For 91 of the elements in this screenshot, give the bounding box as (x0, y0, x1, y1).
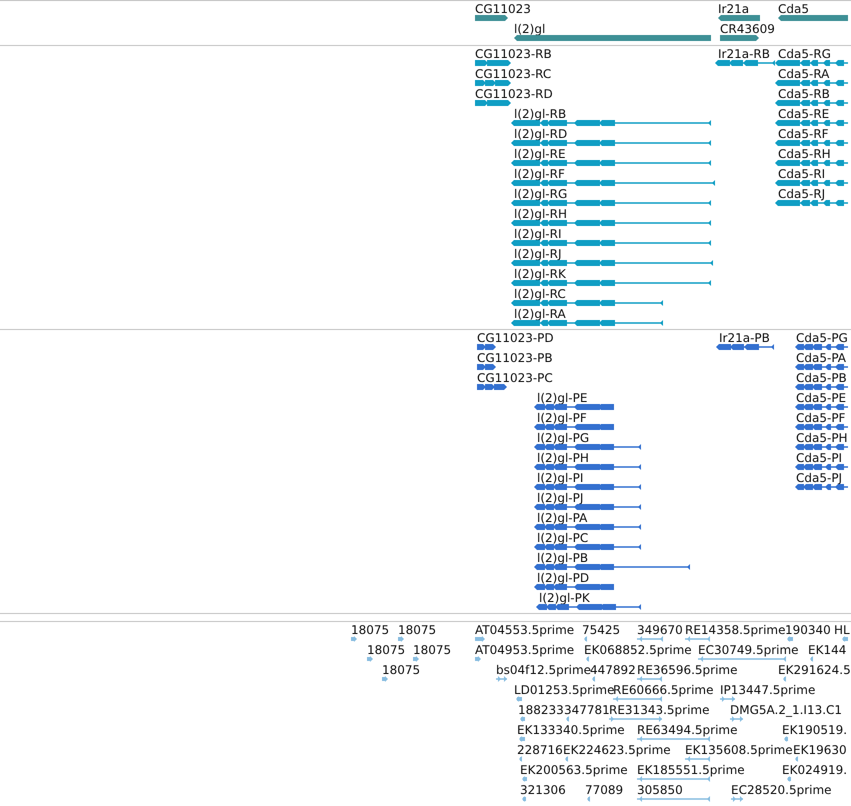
feature-label: CG11023-PB (477, 351, 553, 365)
feature-label: RE36596.5prime (637, 663, 738, 677)
feature-label: 228716 (517, 743, 563, 757)
feature-label: l(2)gl-RJ (514, 247, 562, 261)
feature-label: 18075 (367, 643, 406, 657)
feature-label: 347781 (564, 703, 610, 717)
feature-label: Cda5-PB (796, 371, 847, 385)
feature-label: l(2)gl-PE (537, 391, 588, 405)
feature-label: 18075 (351, 623, 390, 637)
feature-label: Cda5-PH (796, 431, 848, 445)
feature-label: 190340 (785, 623, 831, 637)
feature-label: l(2)gl-PD (537, 571, 590, 585)
feature-label: 349670 (637, 623, 683, 637)
feature-label: Cda5-RB (778, 87, 830, 101)
feature-label: CG11023-RD (475, 87, 553, 101)
feature-label: l(2)gl-PI (537, 471, 584, 485)
feature-label: EK200563.5prime (520, 763, 628, 777)
feature-label: EK135608.5prime (685, 743, 793, 757)
feature-label: RE14358.5prime (685, 623, 786, 637)
feature-label: RE31343.5prime (609, 703, 710, 717)
feature-label: AT04953.5prime (475, 643, 574, 657)
feature-label: l(2)gl-RE (514, 147, 566, 161)
feature-label: Ir21a-PB (719, 331, 770, 345)
feature-label: l(2)gl (514, 22, 546, 36)
feature-label: DMG5A.2_1.I13.C1 (730, 703, 842, 717)
feature-label: CG11023 (475, 2, 531, 16)
feature-label: Ir21a (718, 2, 750, 16)
feature-label: CG11023-PD (477, 331, 554, 345)
feature-label: Cda5-RJ (778, 187, 826, 201)
feature-label: l(2)gl-PG (537, 431, 590, 445)
feature-label: 447892 (590, 663, 636, 677)
feature-label: l(2)gl-RA (514, 307, 566, 321)
feature-label: EK144 (808, 643, 846, 657)
feature-label: EK224623.5prime (563, 743, 671, 757)
feature-label: 321306 (520, 783, 566, 797)
feature-label: l(2)gl-RB (514, 107, 566, 121)
feature-label: l(2)gl-RG (514, 187, 568, 201)
feature-label: 77089 (585, 783, 624, 797)
feature-label: EK024919. (782, 763, 848, 777)
feature-label: l(2)gl-PA (537, 511, 588, 525)
feature-label: Cda5-RE (778, 107, 830, 121)
feature-label: CG11023-PC (477, 371, 553, 385)
feature-label: RE60666.5prime (613, 683, 714, 697)
feature-label: Ir21a-RB (718, 47, 770, 61)
feature-label: Cda5-RA (778, 67, 830, 81)
feature-label: EK068852.5prime (584, 643, 692, 657)
feature-label: l(2)gl-PJ (537, 491, 584, 505)
feature-label: EK185551.5prime (637, 763, 745, 777)
feature-label: 18075 (413, 643, 452, 657)
feature-label: AT04553.5prime (475, 623, 574, 637)
feature-label: IP13447.5prime (720, 683, 816, 697)
feature-label: CR43609 (720, 22, 775, 36)
feature-label: l(2)gl-PK (539, 591, 590, 605)
feature-label: 305850 (637, 783, 683, 797)
feature-label: l(2)gl-PF (537, 411, 587, 425)
feature-label: 18075 (398, 623, 436, 637)
feature-label: 75425 (582, 623, 620, 637)
feature-label: 18075 (382, 663, 420, 677)
feature-label: l(2)gl-PC (537, 531, 588, 545)
feature-label: l(2)gl-RK (514, 267, 566, 281)
feature-label: Cda5-PG (796, 331, 848, 345)
feature-label: Cda5-RH (778, 147, 831, 161)
feature-label: Cda5 (778, 2, 809, 16)
feature-label: EC30749.5prime (698, 643, 799, 657)
feature-label: l(2)gl-RF (514, 167, 565, 181)
feature-label: l(2)gl-RD (514, 127, 568, 141)
feature-label: Cda5-PE (796, 391, 846, 405)
feature-label: l(2)gl-RH (514, 207, 567, 221)
feature-label: l(2)gl-RC (514, 287, 566, 301)
feature-label: bs04f12.5prime (496, 663, 592, 677)
feature-label: LD01253.5prime (514, 683, 615, 697)
feature-label: l(2)gl-PB (537, 551, 588, 565)
feature-label: Cda5-PA (796, 351, 846, 365)
feature-label: HL (834, 623, 850, 637)
feature-label: EK133340.5prime (517, 723, 625, 737)
feature-label: Cda5-PJ (796, 471, 842, 485)
feature-label: EK291624.5 (778, 663, 851, 677)
feature-label: RE63494.5prime (637, 723, 738, 737)
feature-label: Cda5-PF (796, 411, 846, 425)
feature-label: 188233 (518, 703, 564, 717)
feature-label: CG11023-RB (475, 47, 552, 61)
feature-label: EK19630 (793, 743, 847, 757)
feature-label: CG11023-RC (475, 67, 552, 81)
feature-label: EK190519. (782, 723, 848, 737)
feature-label: Cda5-RF (778, 127, 829, 141)
feature-label: l(2)gl-RI (514, 227, 562, 241)
feature-label: Cda5-RI (778, 167, 826, 181)
feature-label: Cda5-PI (796, 451, 842, 465)
feature-label: Cda5-RG (778, 47, 831, 61)
feature-label: EC28520.5prime (731, 783, 832, 797)
feature-label: l(2)gl-PH (537, 451, 589, 465)
